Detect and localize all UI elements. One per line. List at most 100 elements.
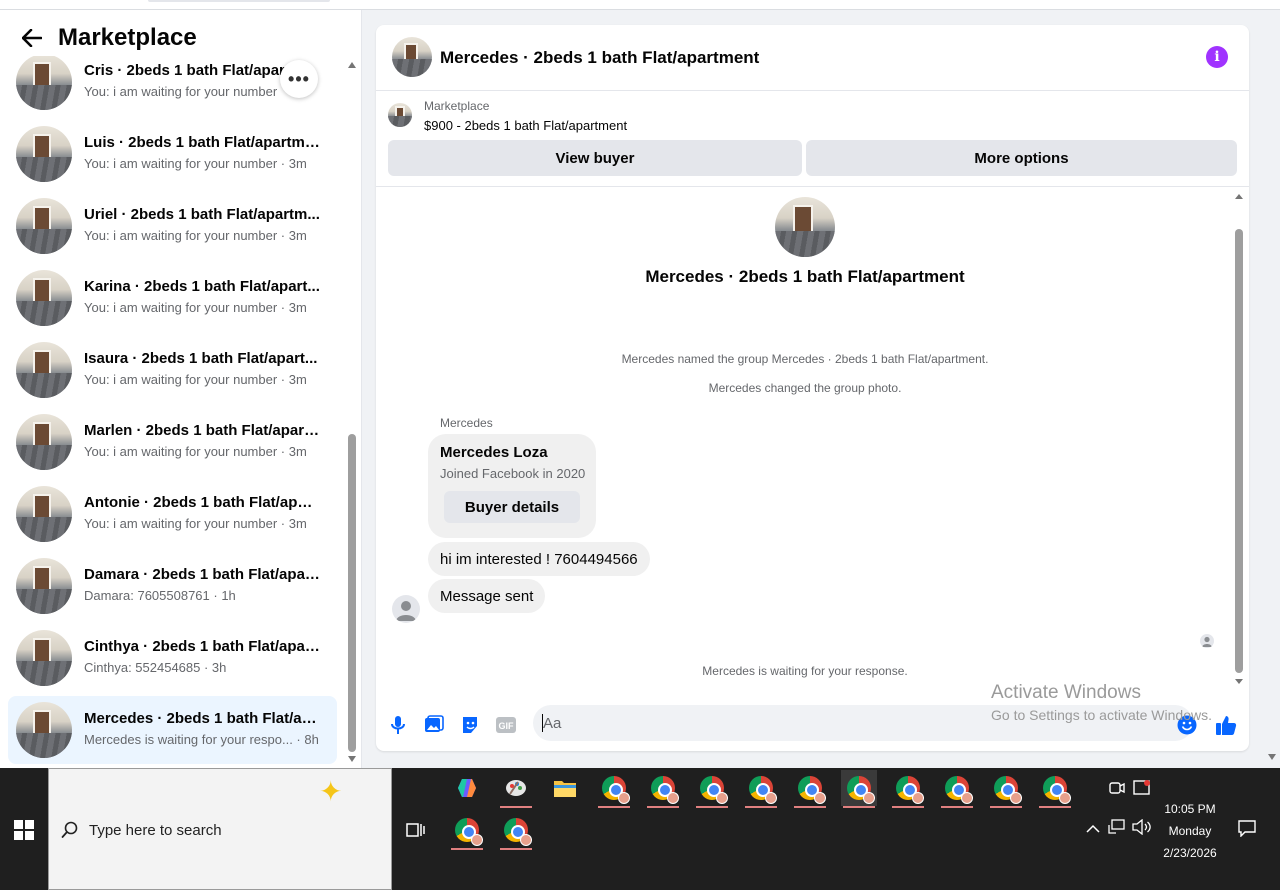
avatar (16, 56, 72, 110)
avatar (16, 126, 72, 182)
conversation-item[interactable]: Karina · 2beds 1 bath Flat/apart... You:… (8, 264, 337, 332)
thread-scrollbar[interactable] (1233, 187, 1245, 689)
more-options-button[interactable]: More options (806, 140, 1237, 176)
message-thread: Mercedes · 2beds 1 bath Flat/apartment M… (376, 187, 1249, 689)
chat-title[interactable]: Mercedes · 2beds 1 bath Flat/apartment (440, 48, 759, 68)
chat-avatar[interactable] (392, 37, 432, 77)
sender-avatar[interactable] (392, 595, 420, 623)
scroll-up-arrow-icon[interactable] (1235, 194, 1243, 199)
task-view-icon[interactable] (398, 812, 434, 848)
conversation-item[interactable]: Cris · 2beds 1 bath Flat/apartment You: … (8, 56, 337, 116)
conversation-preview: Damara: 7605508761 · 1h (84, 588, 236, 603)
search-placeholder: Type here to search (89, 822, 222, 839)
marketplace-sidebar: Marketplace Cris · 2beds 1 bath Flat/apa… (0, 10, 362, 768)
running-indicator (745, 806, 777, 808)
running-indicator (794, 806, 826, 808)
conversation-list: Cris · 2beds 1 bath Flat/apartment You: … (0, 56, 345, 768)
scroll-up-arrow-icon[interactable] (348, 62, 356, 68)
avatar (16, 270, 72, 326)
page-scroll-down-arrow-icon[interactable] (1268, 754, 1276, 760)
sidebar-header: Marketplace (20, 22, 197, 54)
scroll-down-arrow-icon[interactable] (1235, 679, 1243, 684)
network-icon[interactable] (1108, 819, 1126, 840)
conversation-name: Uriel · 2beds 1 bath Flat/apartm... (84, 206, 320, 223)
running-indicator (696, 806, 728, 808)
seen-avatar (1200, 634, 1214, 648)
chrome-profile-icon[interactable] (890, 770, 926, 808)
sidebar-scrollbar[interactable] (345, 56, 359, 768)
waiting-status: Mercedes is waiting for your response. (702, 664, 908, 678)
conversation-item[interactable]: Luis · 2beds 1 bath Flat/apartment You: … (8, 120, 337, 188)
chrome-profile-icon[interactable] (694, 770, 730, 808)
chevron-up-icon[interactable] (1086, 821, 1100, 839)
chrome-profile-icon[interactable] (1037, 770, 1073, 808)
chrome-profile-icon[interactable] (743, 770, 779, 808)
activate-windows-watermark: Activate Windows Go to Settings to activ… (991, 682, 1212, 723)
message-input[interactable] (543, 713, 1043, 733)
paint-icon[interactable] (498, 770, 534, 808)
running-indicator (451, 848, 483, 850)
clock-date: 2/23/2026 (1163, 846, 1217, 860)
conversation-name: Cinthya · 2beds 1 bath Flat/apart... (84, 638, 320, 655)
notification-icon[interactable] (1238, 819, 1256, 842)
scrollbar-thumb[interactable] (348, 434, 356, 752)
chrome-profile-icon[interactable] (596, 770, 632, 808)
watermark-title: Activate Windows (991, 682, 1141, 703)
buyer-joined: Joined Facebook in 2020 (440, 466, 586, 481)
page-title: Marketplace (58, 24, 197, 51)
conversation-preview: You: i am waiting for your number · 3m (84, 300, 307, 315)
more-options-icon[interactable]: ••• (280, 60, 318, 98)
sender-name: Mercedes (440, 416, 493, 430)
scroll-down-arrow-icon[interactable] (348, 756, 356, 762)
conversation-item[interactable]: Isaura · 2beds 1 bath Flat/apart... You:… (8, 336, 337, 404)
system-message: Mercedes changed the group photo. (708, 381, 902, 395)
info-icon[interactable]: i (1206, 46, 1228, 68)
avatar (16, 342, 72, 398)
listing-price-title[interactable]: $900 - 2beds 1 bath Flat/apartment (424, 118, 627, 133)
taskbar-search[interactable]: Type here to search ✦ (48, 768, 392, 890)
avatar (16, 486, 72, 542)
listing-label: Marketplace (424, 99, 490, 113)
back-arrow-icon[interactable] (20, 26, 44, 50)
conversation-name: Luis · 2beds 1 bath Flat/apartment (84, 134, 320, 151)
copilot-icon[interactable] (449, 770, 485, 806)
chrome-profile-icon[interactable] (988, 770, 1024, 808)
conversation-item[interactable]: Marlen · 2beds 1 bath Flat/apart... You:… (8, 408, 337, 476)
microphone-icon[interactable] (386, 713, 410, 737)
meet-now-icon[interactable] (1108, 780, 1126, 801)
conversation-preview: Mercedes is waiting for your respo... · … (84, 732, 319, 747)
buyer-details-button[interactable]: Buyer details (444, 491, 580, 523)
conversation-item[interactable]: Antonie · 2beds 1 bath Flat/apar... You:… (8, 480, 337, 548)
chrome-profile-icon[interactable] (645, 770, 681, 808)
conversation-name: Marlen · 2beds 1 bath Flat/apart... (84, 422, 320, 439)
volume-icon[interactable] (1132, 818, 1152, 840)
conversation-item-active[interactable]: Mercedes · 2beds 1 bath Flat/ap... Merce… (8, 696, 337, 764)
conversation-item[interactable]: Cinthya · 2beds 1 bath Flat/apart... Cin… (8, 624, 337, 692)
avatar (16, 702, 72, 758)
conversation-item[interactable]: Damara · 2beds 1 bath Flat/apar... Damar… (8, 552, 337, 620)
running-indicator (843, 806, 875, 808)
conversation-item[interactable]: Uriel · 2beds 1 bath Flat/apartm... You:… (8, 192, 337, 260)
message-bubble[interactable]: hi im interested ! 7604494566 (428, 542, 650, 576)
chrome-profile-icon[interactable] (449, 812, 485, 850)
message-bubble[interactable]: Message sent (428, 579, 546, 613)
running-indicator (990, 806, 1022, 808)
thumbs-up-icon[interactable] (1214, 713, 1238, 737)
chrome-profile-icon[interactable] (792, 770, 828, 808)
gif-icon[interactable]: GIF (494, 713, 518, 737)
avatar (16, 630, 72, 686)
sparkle-icon: ✦ (319, 776, 343, 807)
taskbar-clock[interactable]: 10:05 PM Monday 2/23/2026 (1150, 798, 1230, 864)
screen-capture-icon[interactable] (1133, 779, 1151, 802)
scrollbar-thumb[interactable] (1235, 229, 1243, 673)
chrome-profile-icon-active[interactable] (841, 770, 877, 808)
photo-icon[interactable] (422, 713, 446, 737)
sticker-icon[interactable] (458, 713, 482, 737)
avatar (16, 558, 72, 614)
chrome-profile-icon[interactable] (498, 812, 534, 850)
windows-start-icon[interactable] (14, 820, 34, 840)
chrome-profile-icon[interactable] (939, 770, 975, 808)
file-explorer-icon[interactable] (547, 770, 583, 806)
running-indicator (500, 848, 532, 850)
view-buyer-button[interactable]: View buyer (388, 140, 802, 176)
